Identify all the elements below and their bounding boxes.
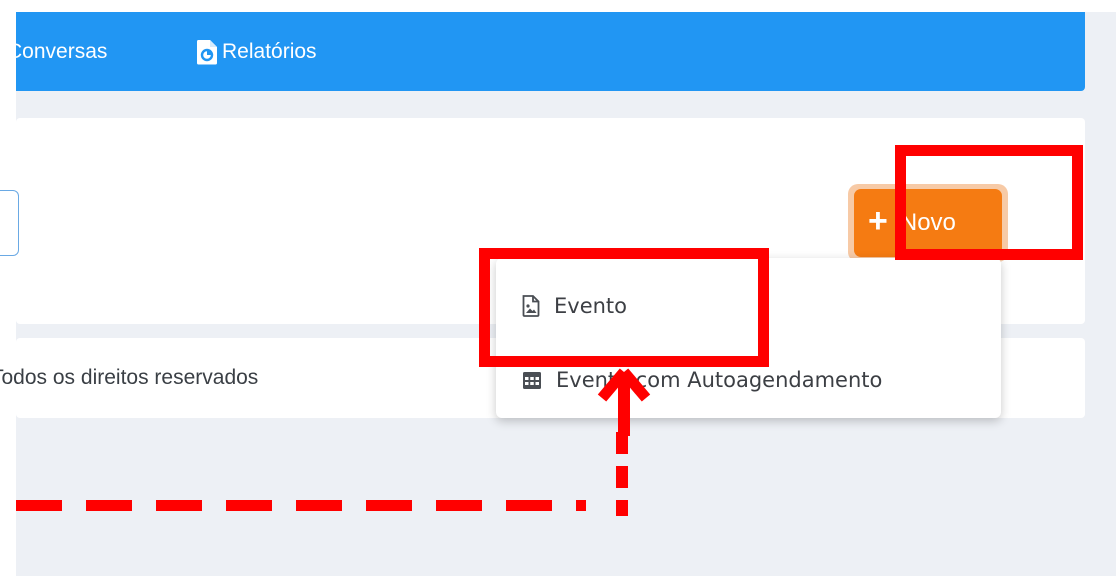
menu-item-evento[interactable]: Evento xyxy=(496,276,1001,336)
report-file-icon xyxy=(196,39,218,65)
plus-icon: + xyxy=(868,202,888,240)
menu-item-evento-label: Evento xyxy=(554,294,628,318)
annotation-dashed-corner xyxy=(616,500,628,516)
image-file-icon xyxy=(522,295,540,317)
top-navigation-bar: Conversas Relatórios xyxy=(7,12,1085,91)
novo-dropdown-menu: Evento Evento com Autoagendamento xyxy=(496,258,1001,418)
calendar-grid-icon xyxy=(522,370,542,390)
search-input[interactable] xyxy=(0,190,19,256)
nav-relatorios-label: Relatórios xyxy=(222,39,317,63)
menu-item-evento-autoagendamento-label: Evento com Autoagendamento xyxy=(556,368,883,392)
annotation-dashed-line xyxy=(16,500,586,511)
nav-item-relatorios[interactable]: Relatórios xyxy=(196,12,317,91)
footer-text: Todos os direitos reservados xyxy=(0,366,259,389)
nav-item-conversas[interactable]: Conversas xyxy=(7,12,107,91)
novo-button[interactable]: + Novo xyxy=(854,189,1002,257)
nav-conversas-label: Conversas xyxy=(7,39,108,63)
menu-item-evento-autoagendamento[interactable]: Evento com Autoagendamento xyxy=(496,350,1001,410)
novo-button-label: Novo xyxy=(899,209,956,236)
screenshot-stage: Conversas Relatórios + Novo Todos os dir… xyxy=(0,0,1116,576)
footer-copyright: Todos os direitos reservados xyxy=(0,338,258,418)
